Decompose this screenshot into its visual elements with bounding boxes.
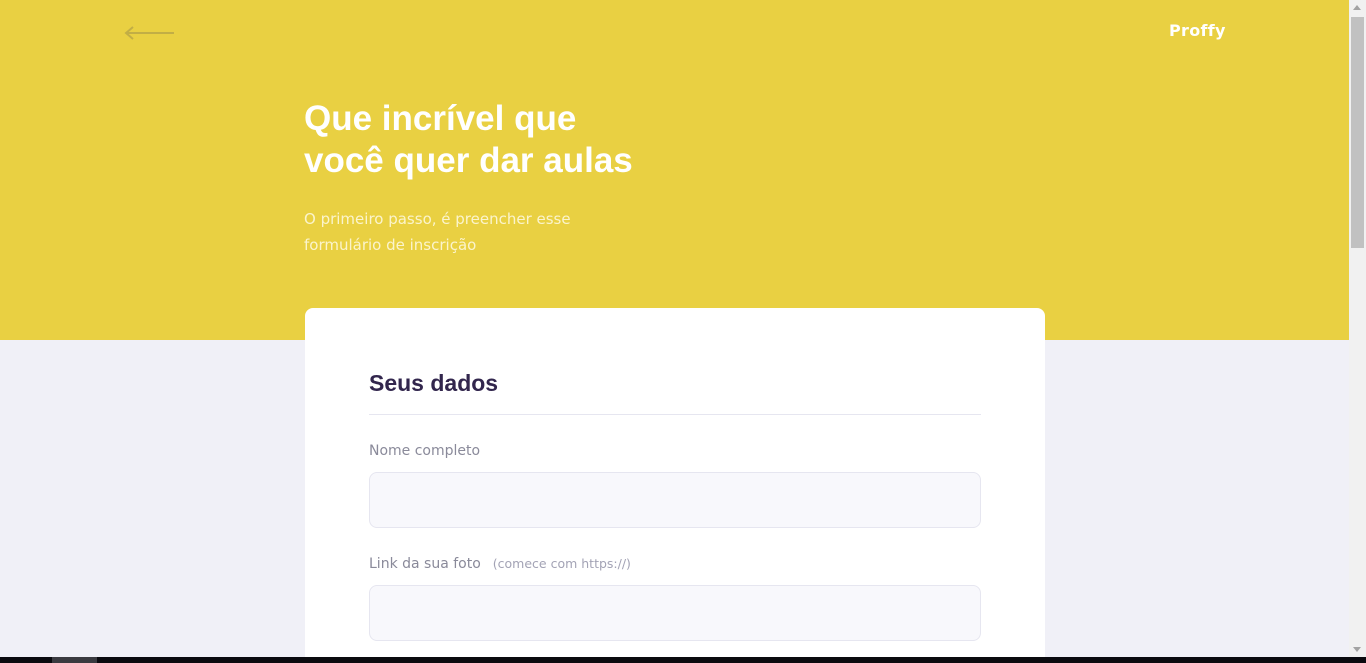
scroll-up-icon[interactable] bbox=[1353, 5, 1361, 10]
page: Proffy Que incrível que você quer dar au… bbox=[0, 0, 1349, 657]
name-input[interactable] bbox=[369, 472, 981, 528]
page-title-line-1: Que incrível que bbox=[304, 99, 577, 138]
logo: Proffy bbox=[1169, 21, 1226, 40]
page-subtitle-line-1: O primeiro passo, é preencher esse bbox=[304, 210, 571, 228]
page-title: Que incrível que você quer dar aulas bbox=[304, 98, 633, 182]
photo-field-hint: (comece com https://) bbox=[492, 556, 631, 571]
scroll-down-icon[interactable] bbox=[1353, 647, 1361, 652]
page-title-line-2: você quer dar aulas bbox=[304, 141, 633, 180]
scrollbar-thumb[interactable] bbox=[1351, 17, 1364, 248]
page-subtitle: O primeiro passo, é preencher esse formu… bbox=[304, 206, 624, 258]
page-header: Proffy Que incrível que você quer dar au… bbox=[0, 0, 1349, 340]
section-title: Seus dados bbox=[369, 370, 499, 396]
section-divider bbox=[369, 414, 981, 415]
vertical-scrollbar[interactable] bbox=[1349, 0, 1366, 657]
back-link[interactable] bbox=[124, 24, 176, 42]
form-card: Seus dados Nome completo Link da sua fot… bbox=[305, 308, 1045, 657]
name-field-label-text: Nome completo bbox=[369, 443, 481, 459]
taskbar bbox=[0, 657, 1366, 663]
name-field-label: Nome completo bbox=[369, 443, 480, 459]
page-subtitle-line-2: formulário de inscrição bbox=[304, 236, 477, 254]
photo-field-label-text: Link da sua foto bbox=[369, 556, 481, 572]
taskbar-item[interactable] bbox=[52, 657, 97, 663]
arrow-left-icon bbox=[124, 26, 174, 40]
photo-field-label: Link da sua foto (comece com https://) bbox=[369, 556, 631, 572]
photo-url-input[interactable] bbox=[369, 585, 981, 641]
